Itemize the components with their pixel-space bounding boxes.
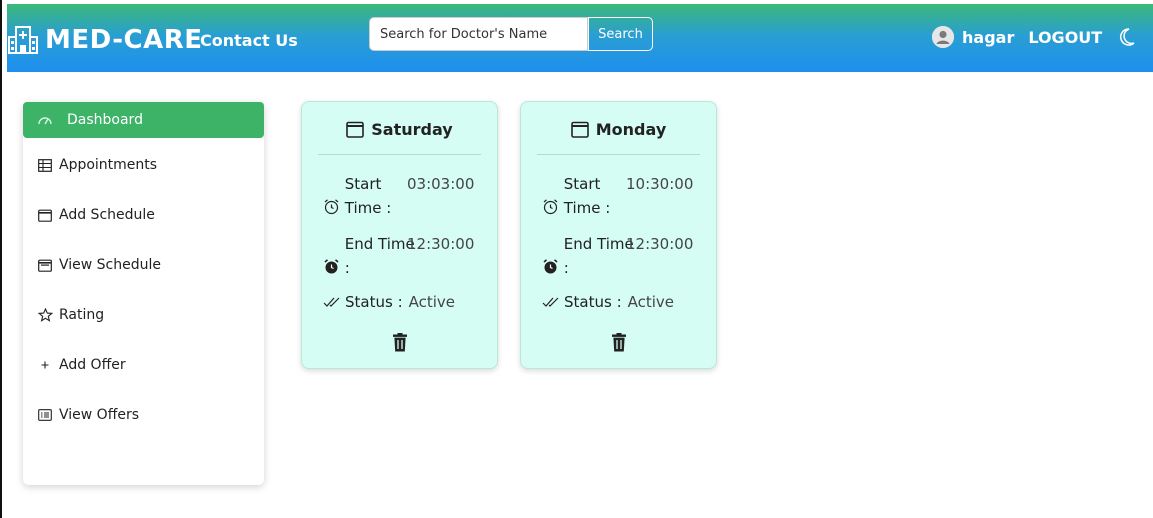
search-input[interactable] [369,17,588,51]
sidebar-item-appointments[interactable]: Appointments [23,147,264,183]
plus-icon [37,357,53,373]
calendar-icon [346,121,365,138]
schedule-card: Monday Start Time : 10:30:00 End Time : … [520,101,717,369]
start-time-value: 03:03:00 [407,175,475,193]
search-button[interactable]: Search [588,17,653,51]
calendar-view-icon [37,257,53,273]
end-time-value: 12:30:00 [407,235,475,253]
sidebar-item-label: View Schedule [59,257,162,273]
alarm-clock-filled-icon [324,259,339,274]
status-label: Status : [345,293,403,311]
end-time-label: End Time : [344,235,415,277]
brand[interactable]: MED-CARE [7,24,202,56]
status-row: Status : Active [323,293,455,311]
start-time-row: Start Time : 03:03:00 [323,172,474,220]
card-day: Saturday [371,120,453,139]
logout-button[interactable]: LOGOUT [1028,28,1102,47]
user-avatar-icon[interactable] [932,26,954,48]
alarm-clock-icon [543,199,558,215]
sidebar-item-label: Add Offer [59,357,126,373]
sidebar-item-add-offer[interactable]: Add Offer [23,347,264,383]
list-icon [37,407,53,423]
trash-icon[interactable] [611,333,627,352]
contact-us-link[interactable]: Contact Us [200,31,298,50]
table-icon [37,157,53,173]
sidebar: Dashboard Appointments Add Schedule View… [23,102,264,485]
sidebar-item-view-schedule[interactable]: View Schedule [23,247,264,283]
card-title: Monday [521,120,716,139]
sidebar-item-label: Dashboard [67,112,143,128]
alarm-clock-icon [324,199,339,215]
moon-icon[interactable] [1118,27,1136,47]
sidebar-item-add-schedule[interactable]: Add Schedule [23,197,264,233]
card-divider [318,154,481,155]
end-time-row: End Time : 12:30:00 [542,232,693,280]
end-time-value: 12:30:00 [626,235,694,253]
window-edge [0,0,2,518]
sidebar-item-label: Add Schedule [59,207,155,223]
sidebar-item-view-offers[interactable]: View Offers [23,397,264,433]
brand-name: MED-CARE [45,25,203,55]
sidebar-item-label: Appointments [59,157,158,173]
sidebar-item-label: View Offers [59,407,140,423]
star-icon [37,307,53,323]
navbar: MED-CARE Contact Us Search hagar LOGOUT [7,4,1153,72]
schedule-card: Saturday Start Time : 03:03:00 End Time … [301,101,498,369]
status-value: Active [627,293,675,311]
start-time-value: 10:30:00 [626,175,694,193]
trash-icon[interactable] [392,333,408,352]
username[interactable]: hagar [962,28,1014,47]
status-value: Active [408,293,456,311]
sidebar-item-label: Rating [59,307,105,323]
end-time-row: End Time : 12:30:00 [323,232,474,280]
card-divider [537,154,700,155]
sidebar-item-rating[interactable]: Rating [23,297,264,333]
search-form: Search [369,17,653,51]
start-time-row: Start Time : 10:30:00 [542,172,693,220]
double-check-icon [323,297,340,307]
page: MED-CARE Contact Us Search hagar LOGOUT [0,0,1153,518]
hospital-icon [7,25,39,55]
end-time-label: End Time : [563,235,634,277]
calendar-icon [37,207,53,223]
status-row: Status : Active [542,293,674,311]
calendar-icon [570,121,589,138]
card-title: Saturday [302,120,497,139]
double-check-icon [542,297,559,307]
status-label: Status : [564,293,622,311]
card-day: Monday [595,120,667,139]
alarm-clock-filled-icon [543,259,558,274]
user-area: hagar LOGOUT [932,26,1136,48]
dashboard-icon [37,112,53,128]
sidebar-item-dashboard[interactable]: Dashboard [23,102,264,138]
